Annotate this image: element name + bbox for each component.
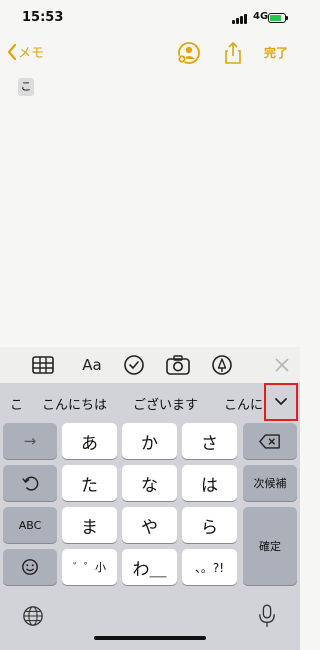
undo-icon[interactable] [3, 465, 57, 501]
markup-pen-icon[interactable] [210, 353, 234, 377]
candidate-bar: こ こんにちは ございます こんに [0, 383, 300, 421]
status-time: 15:53 [22, 10, 64, 25]
nav-bar: メモ 完了 [0, 36, 300, 72]
key-ra[interactable]: ら [182, 507, 237, 543]
key-arrow-right[interactable]: → [3, 423, 57, 459]
checklist-icon[interactable] [122, 353, 146, 377]
candidate-item[interactable]: ございます [133, 394, 198, 413]
delete-icon[interactable] [243, 423, 297, 459]
back-button[interactable]: メモ [6, 42, 44, 61]
key-abc[interactable]: ABC [3, 507, 57, 543]
candidate-item[interactable]: こ [10, 394, 23, 413]
key-ka[interactable]: か [122, 423, 177, 459]
key-dakuten[interactable]: ゛゜小 [62, 549, 117, 585]
battery-icon [268, 13, 288, 23]
key-punctuation[interactable]: 、。?! [182, 549, 237, 585]
signal-icon [232, 14, 248, 24]
confirm-button[interactable]: 確定 [243, 507, 297, 585]
key-ma[interactable]: ま [62, 507, 117, 543]
table-icon[interactable] [31, 353, 55, 377]
chevron-down-icon [275, 398, 287, 405]
format-toolbar: Aa [0, 347, 300, 383]
candidate-item[interactable]: こんにちは [42, 394, 107, 413]
camera-icon[interactable] [166, 353, 190, 377]
candidate-item[interactable]: こんに [224, 394, 263, 413]
network-type: 4G [253, 11, 269, 22]
share-icon[interactable] [220, 40, 246, 66]
emoji-icon[interactable] [3, 549, 57, 585]
key-na[interactable]: な [122, 465, 177, 501]
globe-icon[interactable] [20, 603, 46, 629]
home-indicator [94, 636, 206, 640]
text-format-button[interactable]: Aa [78, 353, 106, 377]
next-candidate-button[interactable]: 次候補 [243, 465, 297, 501]
status-bar: 15:53 4G [0, 0, 300, 36]
expand-candidates-button[interactable] [264, 383, 298, 421]
microphone-icon[interactable] [254, 603, 280, 629]
note-text[interactable]: こ [18, 78, 34, 96]
key-wa[interactable]: わ＿ [122, 549, 177, 585]
key-sa[interactable]: さ [182, 423, 237, 459]
back-label: メモ [18, 46, 45, 61]
key-ya[interactable]: や [122, 507, 177, 543]
close-icon[interactable] [270, 353, 294, 377]
chevron-left-icon [7, 43, 17, 60]
key-ha[interactable]: は [182, 465, 237, 501]
done-button[interactable]: 完了 [264, 44, 288, 61]
key-ta[interactable]: た [62, 465, 117, 501]
japanese-keyboard: こ こんにちは ございます こんに → ABC あ か さ た な は ま や … [0, 383, 300, 650]
key-a[interactable]: あ [62, 423, 117, 459]
add-person-icon[interactable] [176, 40, 202, 66]
